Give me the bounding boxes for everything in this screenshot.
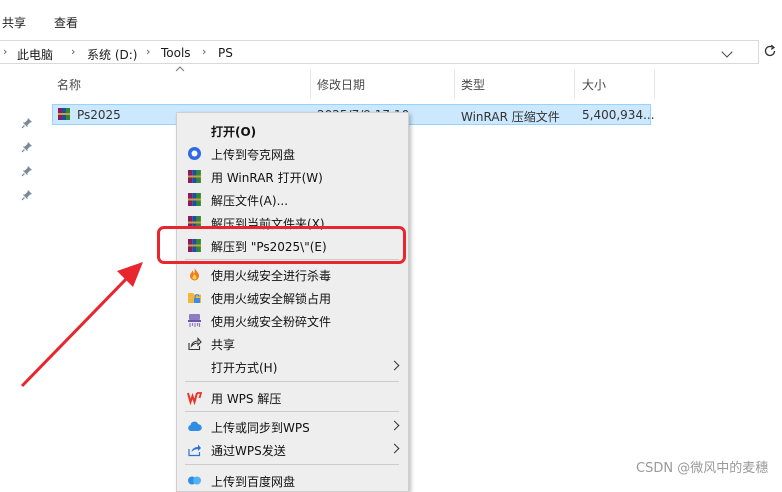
menu-item-wps-sync[interactable]: 上传或同步到WPS — [177, 415, 408, 437]
wps-send-icon — [188, 444, 201, 457]
breadcrumb-separator-icon: › — [3, 45, 8, 58]
pin-icon[interactable] — [21, 117, 33, 129]
address-bar-row: › 此电脑 › 系统 (D:) › Tools › PS — [0, 38, 782, 64]
menu-item-label: 使用火绒安全粉碎文件 — [211, 315, 332, 329]
menu-item-label: 共享 — [211, 338, 236, 352]
chevron-right-icon — [389, 420, 400, 431]
column-divider[interactable] — [454, 70, 455, 98]
winrar-icon — [188, 170, 201, 183]
pin-icon[interactable] — [21, 141, 33, 153]
breadcrumb-this-pc[interactable]: 此电脑 — [17, 46, 53, 63]
context-menu: 打开(O) 上传到夸克网盘 用 WinRAR 打开(W) 解压文件(A)... … — [176, 112, 409, 492]
breadcrumb-ps[interactable]: PS — [218, 46, 233, 60]
menu-separator — [185, 411, 399, 412]
tab-view[interactable]: 查看 — [54, 14, 78, 31]
ribbon-tab-bar: 共享 查看 — [0, 0, 782, 36]
menu-item-label: 用 WinRAR 打开(W) — [211, 171, 323, 185]
menu-separator — [185, 464, 399, 465]
menu-item-wps-send[interactable]: 通过WPS发送 — [177, 438, 408, 460]
column-header-size[interactable]: 大小 — [582, 76, 606, 93]
highlight-annotation-box — [157, 226, 406, 264]
menu-item-share[interactable]: 共享 — [177, 332, 408, 354]
menu-item-label: 使用火绒安全解锁占用 — [211, 292, 332, 306]
column-divider[interactable] — [574, 70, 575, 98]
column-header-modified[interactable]: 修改日期 — [317, 76, 365, 93]
file-name[interactable]: Ps2025 — [77, 108, 121, 122]
menu-item-extract-files[interactable]: 解压文件(A)... — [177, 188, 408, 210]
shredder-icon — [188, 314, 201, 327]
huorong-icon — [190, 268, 199, 281]
menu-item-label: 打开方式(H) — [211, 361, 278, 375]
chevron-right-icon — [389, 443, 400, 454]
chevron-down-icon[interactable] — [721, 46, 733, 58]
quark-icon — [188, 147, 201, 160]
menu-item-label: 上传到百度网盘 — [211, 475, 296, 489]
menu-item-label: 用 WPS 解压 — [211, 392, 282, 406]
unlock-folder-icon — [188, 293, 201, 303]
breadcrumb-drive-d[interactable]: 系统 (D:) — [87, 46, 137, 63]
menu-item-label: 上传到夸克网盘 — [211, 148, 296, 162]
tab-share[interactable]: 共享 — [2, 14, 26, 31]
column-divider[interactable] — [654, 70, 655, 98]
menu-item-label: 上传或同步到WPS — [211, 421, 310, 435]
pin-icon[interactable] — [21, 189, 33, 201]
file-size: 5,400,934... — [582, 108, 655, 122]
watermark: CSDN @微风中的麦穗 — [636, 461, 769, 476]
column-header-name[interactable]: 名称 — [57, 76, 81, 93]
breadcrumb-separator-icon: › — [71, 45, 76, 58]
menu-item-label: 解压文件(A)... — [211, 194, 289, 208]
address-bar[interactable]: › 此电脑 › 系统 (D:) › Tools › PS — [0, 40, 759, 64]
menu-item-label: 打开(O) — [211, 125, 257, 139]
menu-item-huorong-scan[interactable]: 使用火绒安全进行杀毒 — [177, 263, 408, 285]
breadcrumb-tools[interactable]: Tools — [161, 46, 191, 60]
file-type: WinRAR 压缩文件 — [461, 110, 560, 124]
sort-ascending-icon — [175, 66, 185, 72]
winrar-icon — [188, 193, 201, 206]
menu-item-wps-extract[interactable]: 用 WPS 解压 — [177, 386, 408, 408]
wps-icon — [187, 392, 202, 405]
winrar-archive-icon — [58, 108, 70, 120]
menu-item-label: 通过WPS发送 — [211, 444, 286, 458]
menu-item-upload-quark[interactable]: 上传到夸克网盘 — [177, 142, 408, 164]
menu-item-label: 使用火绒安全进行杀毒 — [211, 269, 332, 283]
menu-item-upload-baidu[interactable]: 上传到百度网盘 — [177, 469, 408, 491]
share-icon — [188, 337, 202, 351]
refresh-icon[interactable] — [763, 44, 777, 58]
column-header-type[interactable]: 类型 — [461, 76, 485, 93]
menu-item-huorong-unlock[interactable]: 使用火绒安全解锁占用 — [177, 286, 408, 308]
menu-separator — [185, 381, 399, 382]
column-divider[interactable] — [310, 70, 311, 98]
chevron-right-icon — [389, 360, 400, 371]
menu-item-open-winrar[interactable]: 用 WinRAR 打开(W) — [177, 165, 408, 187]
pin-icon[interactable] — [21, 165, 33, 177]
breadcrumb-separator-icon: › — [146, 45, 151, 58]
wps-cloud-icon — [188, 421, 202, 431]
menu-item-open[interactable]: 打开(O) — [177, 119, 408, 141]
menu-item-huorong-shred[interactable]: 使用火绒安全粉碎文件 — [177, 309, 408, 331]
breadcrumb-separator-icon: › — [202, 45, 207, 58]
menu-item-open-with[interactable]: 打开方式(H) — [177, 355, 408, 377]
